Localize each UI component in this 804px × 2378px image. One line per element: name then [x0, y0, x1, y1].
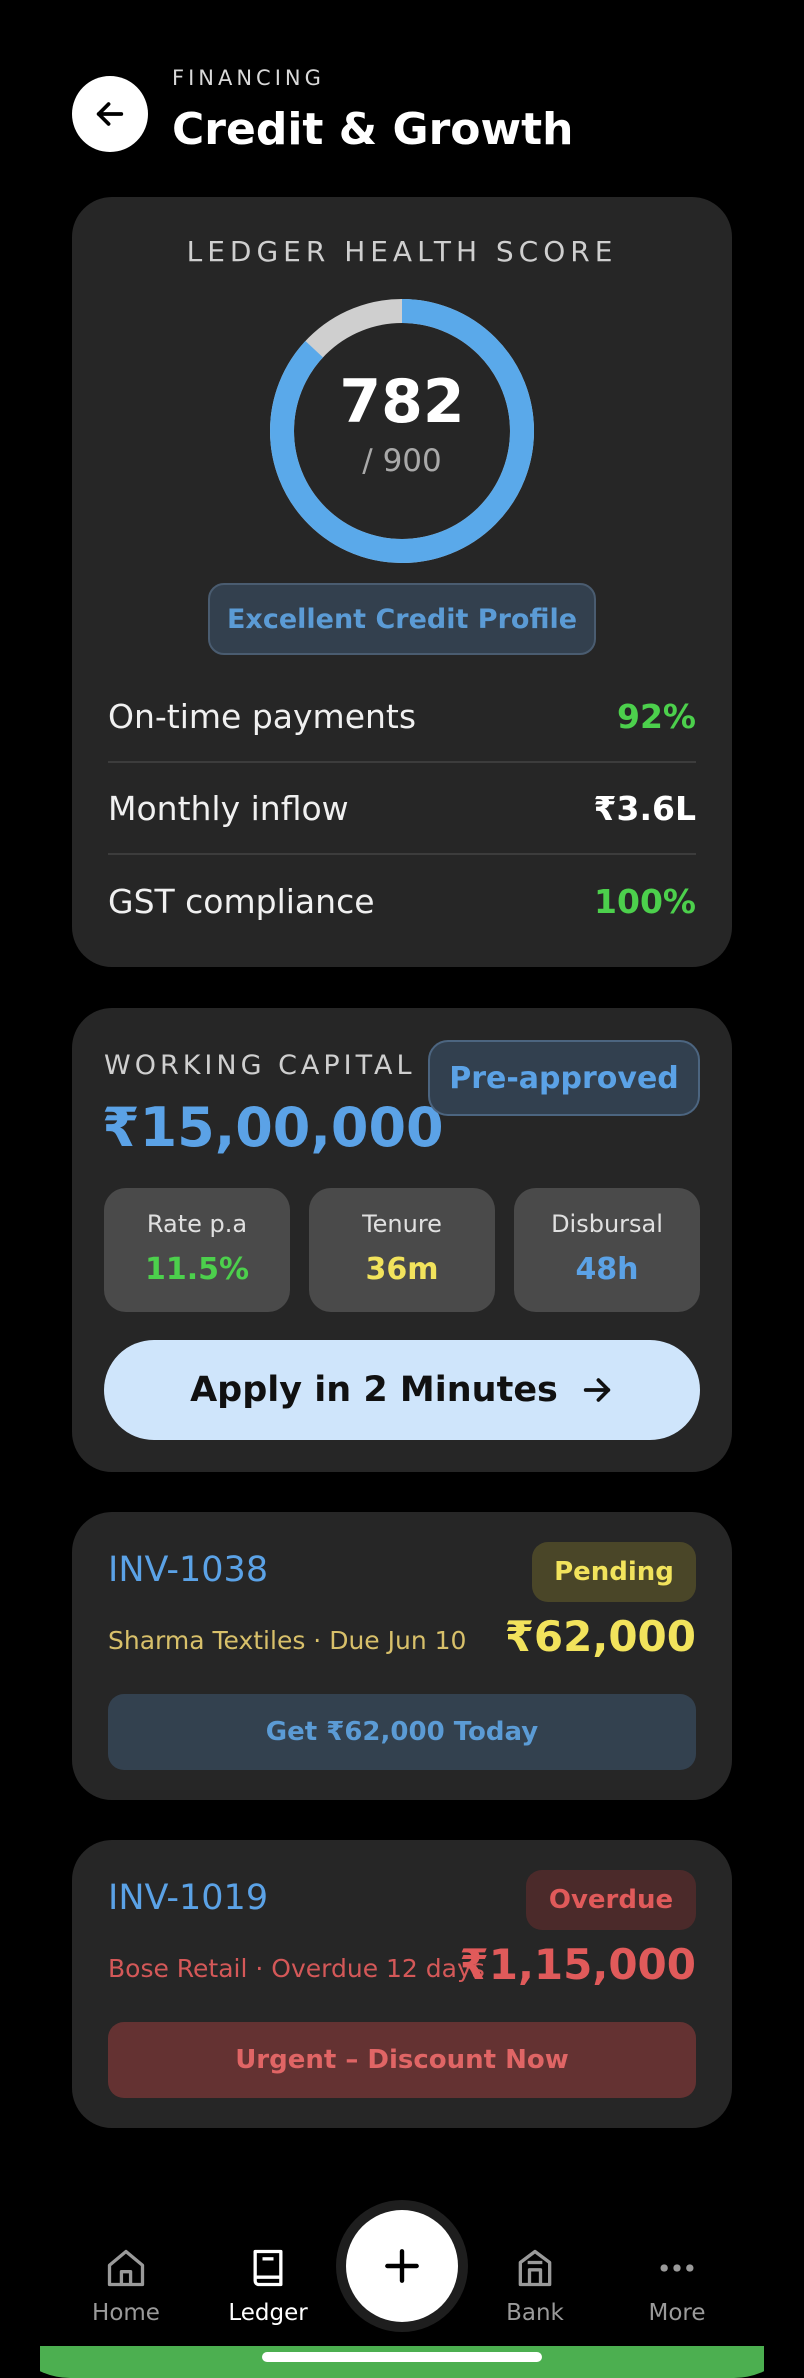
home-icon [107, 2249, 145, 2287]
stat-value: 48h [575, 1252, 639, 1287]
nav-label: Home [92, 2300, 160, 2326]
apply-button[interactable]: Apply in 2 Minutes [104, 1340, 700, 1440]
ledger-health-card: LEDGER HEALTH SCORE 782 / 900 Excellent … [72, 197, 732, 967]
page-title: Credit & Growth [172, 104, 574, 155]
get-funds-button[interactable]: Get ₹62,000 Today [108, 1694, 696, 1770]
metric-value: 100% [594, 881, 696, 921]
arrow-left-icon [96, 102, 124, 126]
metric-row-inflow: Monthly inflow ₹3.6L [108, 763, 696, 855]
stat-value: 11.5% [144, 1252, 250, 1287]
section-eyebrow: FINANCING [172, 66, 325, 90]
stat-label: Rate p.a [146, 1210, 248, 1238]
score-value: 782 [339, 367, 465, 437]
discount-now-button[interactable]: Urgent – Discount Now [108, 2022, 696, 2098]
status-badge: Pending [532, 1542, 696, 1602]
status-strip [40, 2346, 764, 2378]
status-badge: Overdue [526, 1870, 696, 1930]
metric-row-gst: GST compliance 100% [108, 855, 696, 947]
metric-row-ontime: On-time payments 92% [108, 671, 696, 763]
invoice-amount: ₹1,15,000 [459, 1940, 696, 1989]
invoice-subtitle: Bose Retail · Overdue 12 days [108, 1954, 485, 1983]
nav-more[interactable]: More [617, 2246, 737, 2326]
invoice-id: INV-1019 [108, 1878, 269, 1918]
stat-label: Disbursal [551, 1210, 663, 1238]
add-button[interactable] [346, 2210, 458, 2322]
nav-bank[interactable]: Bank [475, 2246, 595, 2326]
nav-label: Ledger [228, 2300, 308, 2326]
metric-label: GST compliance [108, 881, 375, 921]
invoice-card-pending[interactable]: INV-1038 Pending Sharma Textiles · Due J… [72, 1512, 732, 1800]
invoice-amount: ₹62,000 [504, 1612, 696, 1661]
working-capital-card: WORKING CAPITAL ₹15,00,000 Pre-approved … [72, 1008, 732, 1472]
book-icon [253, 2249, 283, 2287]
working-capital-amount: ₹15,00,000 [102, 1096, 444, 1159]
stat-label: Tenure [362, 1210, 442, 1238]
score-max: / 900 [362, 443, 442, 479]
nav-label: Bank [506, 2300, 564, 2326]
credit-profile-badge: Excellent Credit Profile [208, 583, 596, 655]
nav-label: More [648, 2300, 706, 2326]
stat-rate: Rate p.a 11.5% [104, 1188, 290, 1312]
more-dots-icon [660, 2264, 694, 2272]
nav-ledger[interactable]: Ledger [208, 2246, 328, 2326]
plus-icon [385, 2249, 419, 2283]
metric-label: On-time payments [108, 696, 417, 736]
bank-icon [518, 2249, 552, 2287]
stat-disbursal: Disbursal 48h [514, 1188, 700, 1312]
metric-label: Monthly inflow [108, 788, 349, 828]
apply-button-label: Apply in 2 Minutes [190, 1370, 558, 1410]
stat-value: 36m [365, 1252, 439, 1287]
metric-value: 92% [617, 696, 696, 736]
stat-tenure: Tenure 36m [309, 1188, 495, 1312]
score-label: LEDGER HEALTH SCORE [186, 235, 618, 268]
invoice-id: INV-1038 [108, 1550, 269, 1590]
arrow-right-icon [583, 1378, 611, 1402]
pre-approved-badge: Pre-approved [428, 1040, 700, 1116]
nav-home[interactable]: Home [66, 2246, 186, 2326]
back-button[interactable] [72, 76, 148, 152]
home-indicator[interactable] [262, 2352, 542, 2362]
invoice-subtitle: Sharma Textiles · Due Jun 10 [108, 1626, 467, 1655]
app-screen: FINANCING Credit & Growth LEDGER HEALTH … [0, 0, 804, 2378]
working-capital-label: WORKING CAPITAL [104, 1050, 416, 1081]
metric-value: ₹3.6L [593, 788, 696, 828]
invoice-card-overdue[interactable]: INV-1019 Overdue Bose Retail · Overdue 1… [72, 1840, 732, 2128]
